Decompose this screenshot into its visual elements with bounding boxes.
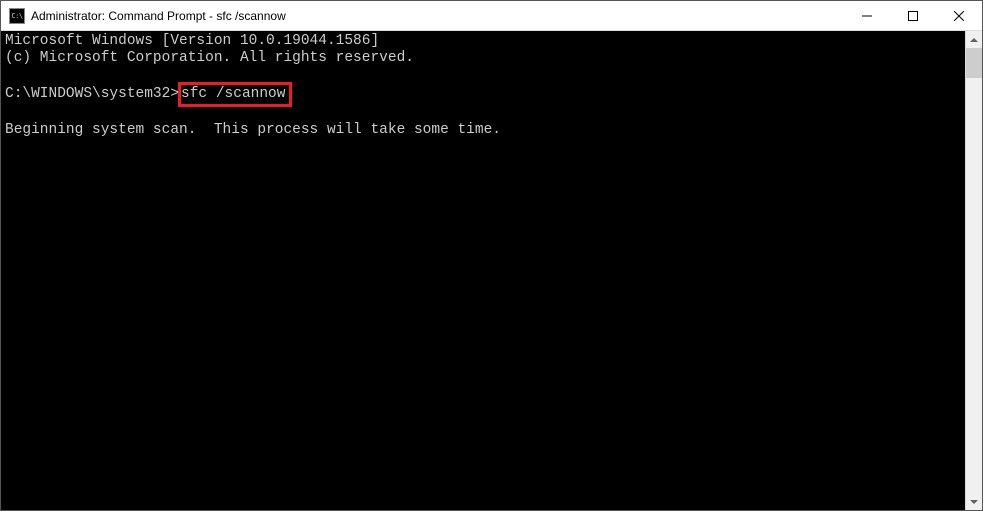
scroll-up-button[interactable] [966,31,982,48]
vertical-scrollbar[interactable] [965,31,982,510]
console-output[interactable]: Microsoft Windows [Version 10.0.19044.15… [1,31,965,510]
chevron-down-icon [970,500,978,504]
command-text: sfc /scannow [181,86,285,102]
window-controls [844,1,982,30]
console-line: Microsoft Windows [Version 10.0.19044.15… [5,33,379,49]
console-status: Beginning system scan. This process will… [5,122,501,138]
scroll-down-button[interactable] [966,493,982,510]
cmd-window: C:\ Administrator: Command Prompt - sfc … [0,0,983,511]
close-button[interactable] [936,1,982,30]
maximize-icon [908,11,918,21]
command-highlight: sfc /scannow [178,82,292,107]
minimize-button[interactable] [844,1,890,30]
window-title: Administrator: Command Prompt - sfc /sca… [31,9,844,23]
console-line: (c) Microsoft Corporation. All rights re… [5,50,414,66]
minimize-icon [862,11,872,21]
scroll-thumb[interactable] [966,48,982,78]
titlebar[interactable]: C:\ Administrator: Command Prompt - sfc … [1,1,982,31]
maximize-button[interactable] [890,1,936,30]
chevron-up-icon [970,38,978,42]
console-prompt: C:\WINDOWS\system32> [5,86,179,102]
cmd-icon: C:\ [9,8,25,24]
console-area: Microsoft Windows [Version 10.0.19044.15… [1,31,982,510]
close-icon [954,11,964,21]
